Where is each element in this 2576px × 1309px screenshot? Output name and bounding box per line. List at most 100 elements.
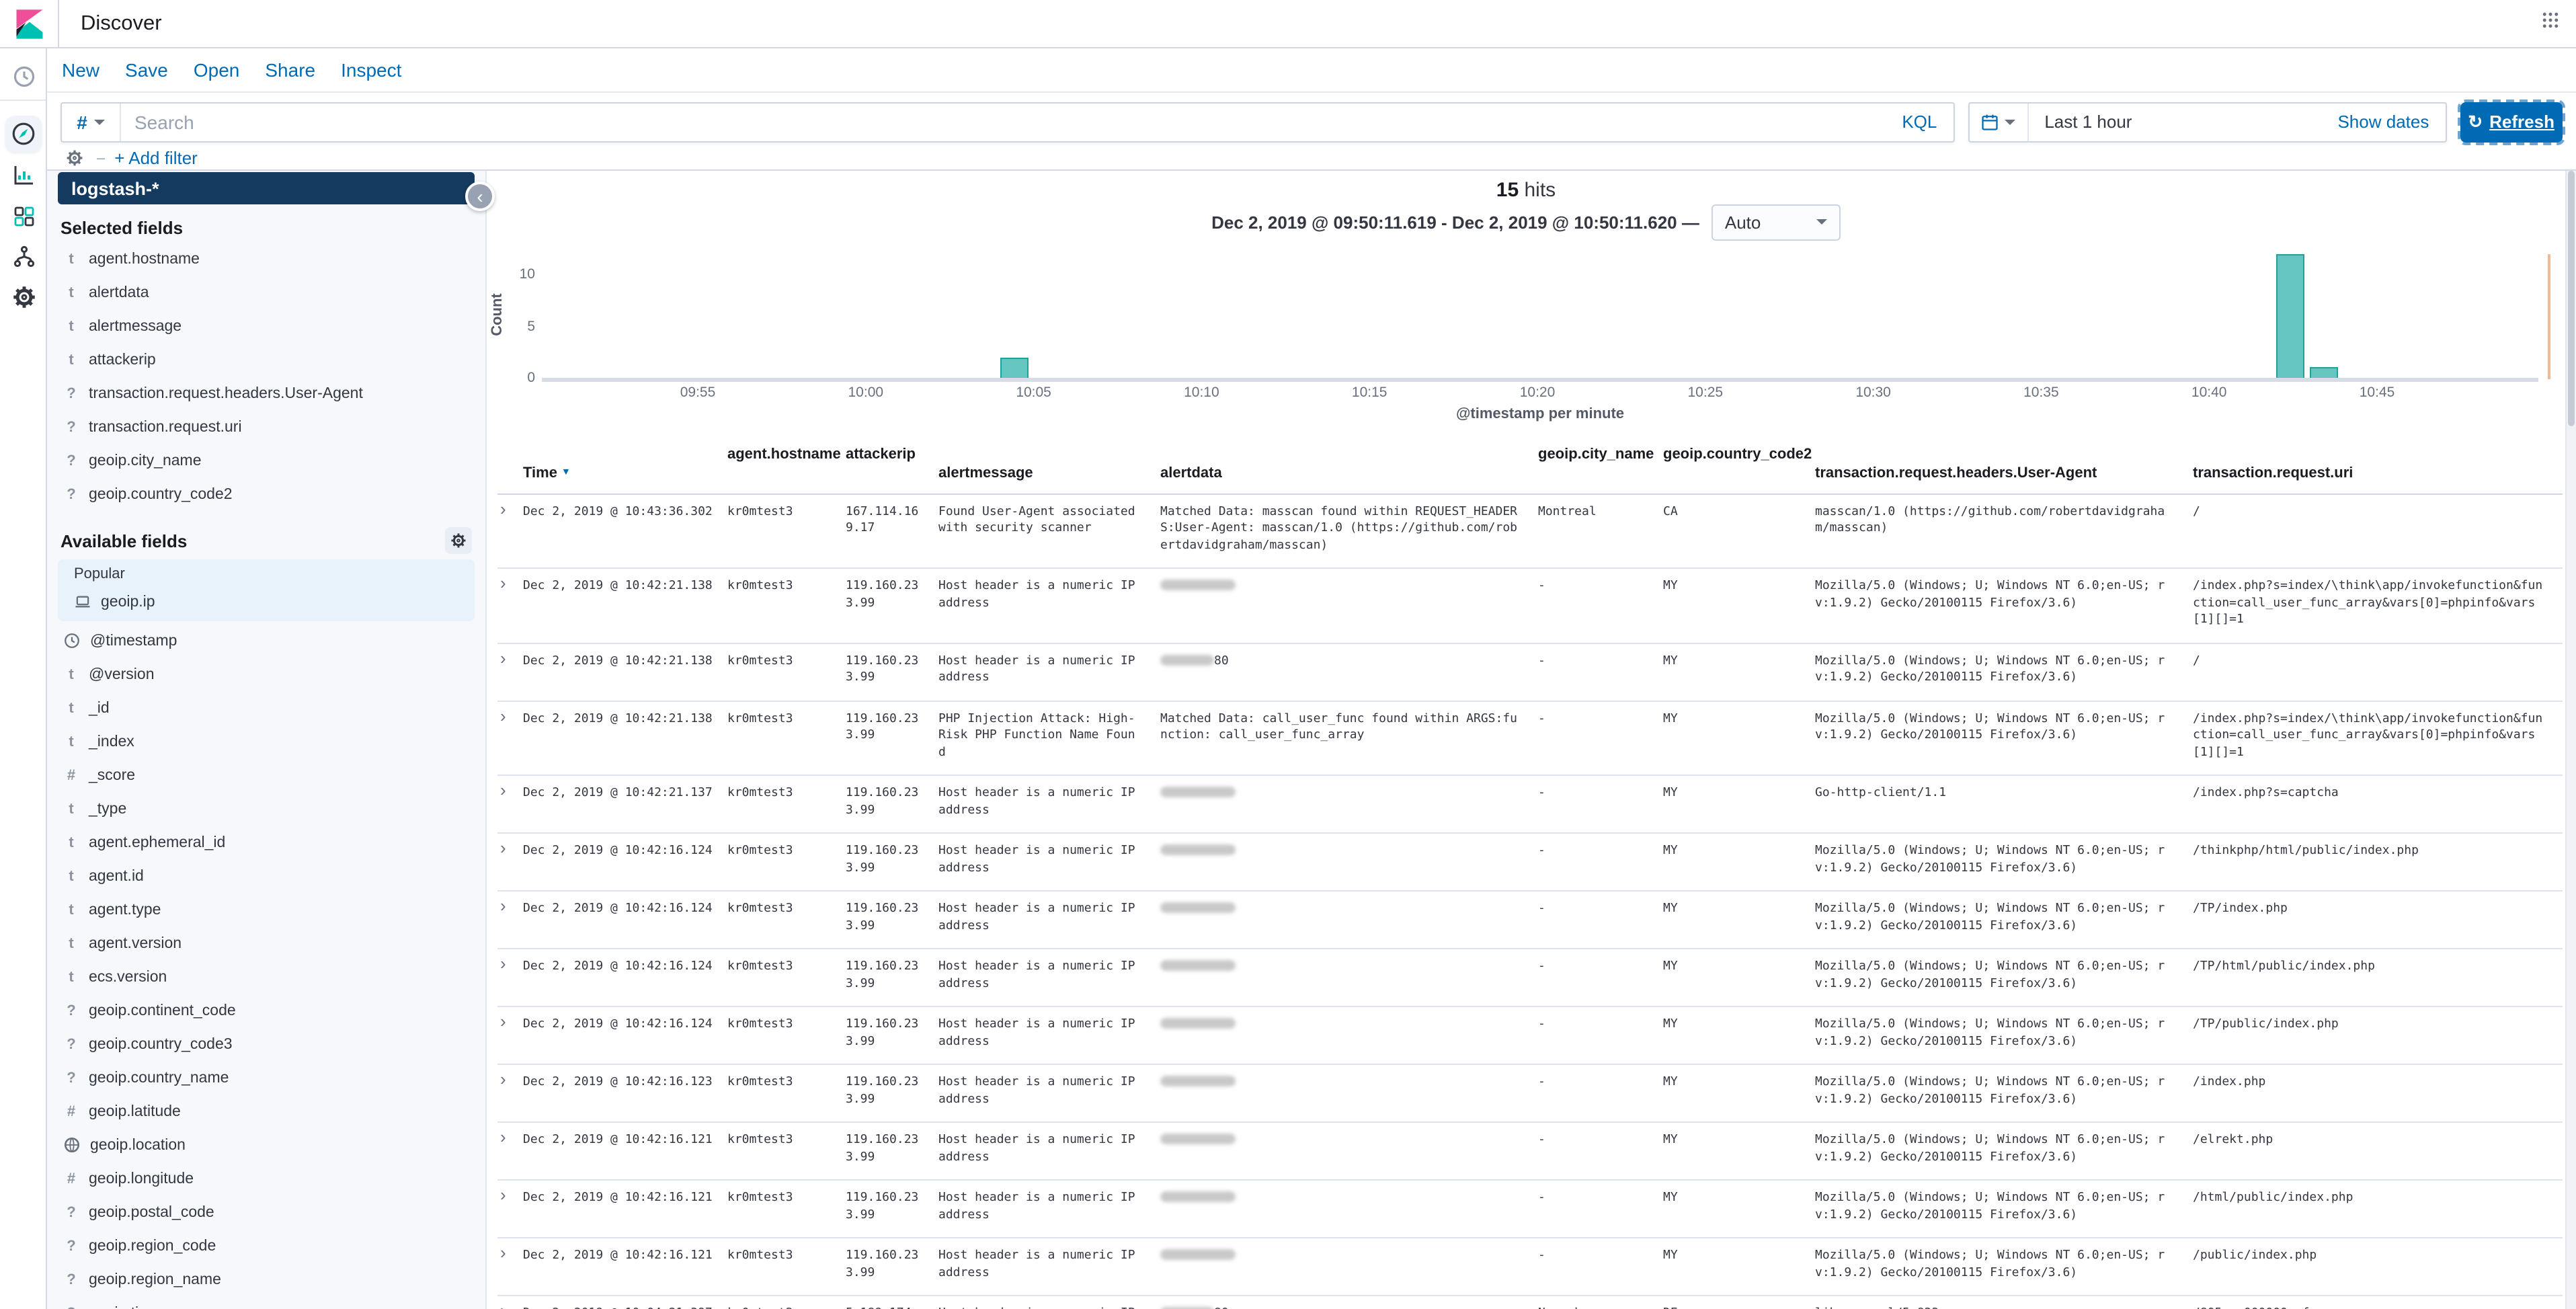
show-dates-button[interactable]: Show dates [2337, 112, 2445, 132]
field-item-agent.type[interactable]: tagent.type [47, 893, 485, 926]
column-header-alertmessage[interactable]: alertmessage [938, 441, 1160, 493]
expand-row-icon[interactable]: › [497, 493, 523, 568]
field-item-geoip.longitude[interactable]: #geoip.longitude [47, 1162, 485, 1195]
field-item-attackerip[interactable]: tattackerip [47, 343, 485, 376]
discover-app-icon[interactable] [0, 121, 47, 147]
field-item-geoip.continent_code[interactable]: ?geoip.continent_code [47, 994, 485, 1027]
field-item-agent.version[interactable]: tagent.version [47, 926, 485, 960]
scrollbar-thumb[interactable] [2568, 171, 2575, 426]
field-item-geoip.region_name[interactable]: ?geoip.region_name [47, 1263, 485, 1296]
field-item-@version[interactable]: t@version [47, 658, 485, 691]
field-item-geoip.postal_code[interactable]: ?geoip.postal_code [47, 1195, 485, 1229]
expand-row-icon[interactable]: › [497, 1238, 523, 1296]
refresh-button[interactable]: ↻Refresh [2460, 102, 2563, 142]
column-header-time[interactable]: Time▼ [523, 441, 727, 493]
field-item-agent.hostname[interactable]: tagent.hostname [47, 242, 485, 276]
histogram-bar[interactable] [2276, 254, 2304, 378]
histogram-bar[interactable] [2310, 367, 2338, 378]
expand-row-icon[interactable]: › [497, 891, 523, 949]
field-item-transaction.request.headers.User-Agent[interactable]: ?transaction.request.headers.User-Agent [47, 376, 485, 410]
cell-uri: /index.php?s=index/\think\app/invokefunc… [2193, 568, 2563, 643]
time-range-value[interactable]: Last 1 hour [2028, 112, 2337, 132]
field-item-geoip.country_code2[interactable]: ?geoip.country_code2 [47, 477, 485, 511]
nav-link-open[interactable]: Open [194, 59, 240, 81]
nav-link-save[interactable]: Save [125, 59, 168, 81]
column-header-transaction-request-uri[interactable]: transaction.request.uri [2193, 441, 2563, 493]
collapse-sidebar-button[interactable]: ‹ [465, 182, 495, 211]
field-item-geoip.city_name[interactable]: ?geoip.city_name [47, 444, 485, 477]
page-scrollbar[interactable] [2565, 171, 2576, 1309]
field-settings-gear-icon[interactable] [445, 527, 472, 554]
field-item-_score[interactable]: #_score [47, 758, 485, 792]
kql-button[interactable]: KQL [1886, 112, 1953, 132]
management-app-icon[interactable] [0, 285, 47, 309]
apps-icon[interactable] [2541, 11, 2560, 36]
time-range-display: Dec 2, 2019 @ 09:50:11.619 - Dec 2, 2019… [1211, 212, 1699, 232]
filter-language-dropdown[interactable]: # [62, 103, 121, 141]
index-pattern-selector[interactable]: logstash-* [58, 172, 475, 204]
cell-user_agent: Mozilla/5.0 (Windows; U; Windows NT 6.0;… [1815, 643, 2193, 701]
field-item-@timestamp[interactable]: @timestamp [47, 624, 485, 658]
nav-link-share[interactable]: Share [265, 59, 315, 81]
field-item-geoip.latitude[interactable]: #geoip.latitude [47, 1095, 485, 1128]
x-tick: 10:05 [1016, 385, 1051, 401]
field-item-alertdata[interactable]: talertdata [47, 276, 485, 309]
expand-row-icon[interactable]: › [497, 701, 523, 775]
field-item-geoip.ip[interactable]: geoip.ip [58, 585, 475, 619]
redacted-value [1160, 1076, 1236, 1086]
field-item-geoip.country_name[interactable]: ?geoip.country_name [47, 1061, 485, 1095]
dashboard-app-icon[interactable] [0, 204, 47, 229]
unknown-field-icon: ? [63, 1002, 79, 1019]
column-header-transaction-request-headers-user-agent[interactable]: transaction.request.headers.User-Agent [1815, 441, 2193, 493]
expand-row-icon[interactable]: › [497, 643, 523, 701]
expand-row-icon[interactable]: › [497, 1064, 523, 1122]
field-item-agent.ephemeral_id[interactable]: tagent.ephemeral_id [47, 826, 485, 859]
field-item-geoip.region_code[interactable]: ?geoip.region_code [47, 1229, 485, 1263]
field-item-_type[interactable]: t_type [47, 792, 485, 826]
field-item-ecs.version[interactable]: tecs.version [47, 960, 485, 994]
expand-row-icon[interactable]: › [497, 1180, 523, 1238]
cell-country: MY [1663, 1006, 1815, 1064]
column-header-geoip-city-name[interactable]: geoip.city_name [1538, 441, 1663, 493]
field-item-geoip.timezone[interactable]: ?geoip.timezone [47, 1296, 485, 1309]
cell-alertdata [1160, 949, 1538, 1006]
expand-row-icon[interactable]: › [497, 1006, 523, 1064]
expand-row-icon[interactable]: › [497, 833, 523, 891]
nav-link-new[interactable]: New [62, 59, 99, 81]
field-item-_index[interactable]: t_index [47, 725, 485, 758]
column-header-agent-hostname[interactable]: agent.hostname [727, 441, 846, 493]
column-header-attackerip[interactable]: attackerip [846, 441, 938, 493]
ml-app-icon[interactable] [0, 245, 47, 269]
filter-settings-gear-icon[interactable] [61, 145, 87, 171]
field-name: _score [89, 767, 135, 783]
expand-row-icon[interactable]: › [497, 1296, 523, 1309]
field-name: _id [89, 700, 110, 716]
kibana-logo[interactable] [0, 0, 59, 47]
expand-row-icon[interactable]: › [497, 775, 523, 833]
column-header-geoip-country-code2[interactable]: geoip.country_code2 [1663, 441, 1815, 493]
histogram-bar[interactable] [1000, 358, 1029, 378]
search-input[interactable] [121, 111, 1886, 132]
field-item-alertmessage[interactable]: talertmessage [47, 309, 485, 343]
nav-link-inspect[interactable]: Inspect [341, 59, 401, 81]
recent-items-icon[interactable] [0, 65, 47, 89]
field-item-agent.id[interactable]: tagent.id [47, 859, 485, 893]
cell-alertmessage: PHP Injection Attack: High-Risk PHP Func… [938, 701, 1160, 775]
table-row: ›Dec 2, 2019 @ 10:42:16.124kr0mtest3119.… [497, 891, 2563, 949]
calendar-dropdown-button[interactable] [1969, 103, 2028, 141]
cell-host: kr0mtest3 [727, 833, 846, 891]
field-item-geoip.country_code3[interactable]: ?geoip.country_code3 [47, 1027, 485, 1061]
interval-select[interactable]: Auto [1712, 204, 1841, 240]
field-item-geoip.location[interactable]: geoip.location [47, 1128, 485, 1162]
expand-row-icon[interactable]: › [497, 949, 523, 1006]
chrome-bars: New Save Open Share Inspect # KQL Last 1 hou… [47, 48, 2576, 171]
visualize-app-icon[interactable] [0, 163, 47, 187]
field-item-transaction.request.uri[interactable]: ?transaction.request.uri [47, 410, 485, 444]
expand-row-icon[interactable]: › [497, 1122, 523, 1180]
field-item-_id[interactable]: t_id [47, 691, 485, 725]
expand-row-icon[interactable]: › [497, 568, 523, 643]
cell-uri: /TP/public/index.php [2193, 1006, 2563, 1064]
add-filter-button[interactable]: + Add filter [114, 148, 198, 168]
field-name: geoip.region_name [89, 1271, 221, 1287]
column-header-alertdata[interactable]: alertdata [1160, 441, 1538, 493]
